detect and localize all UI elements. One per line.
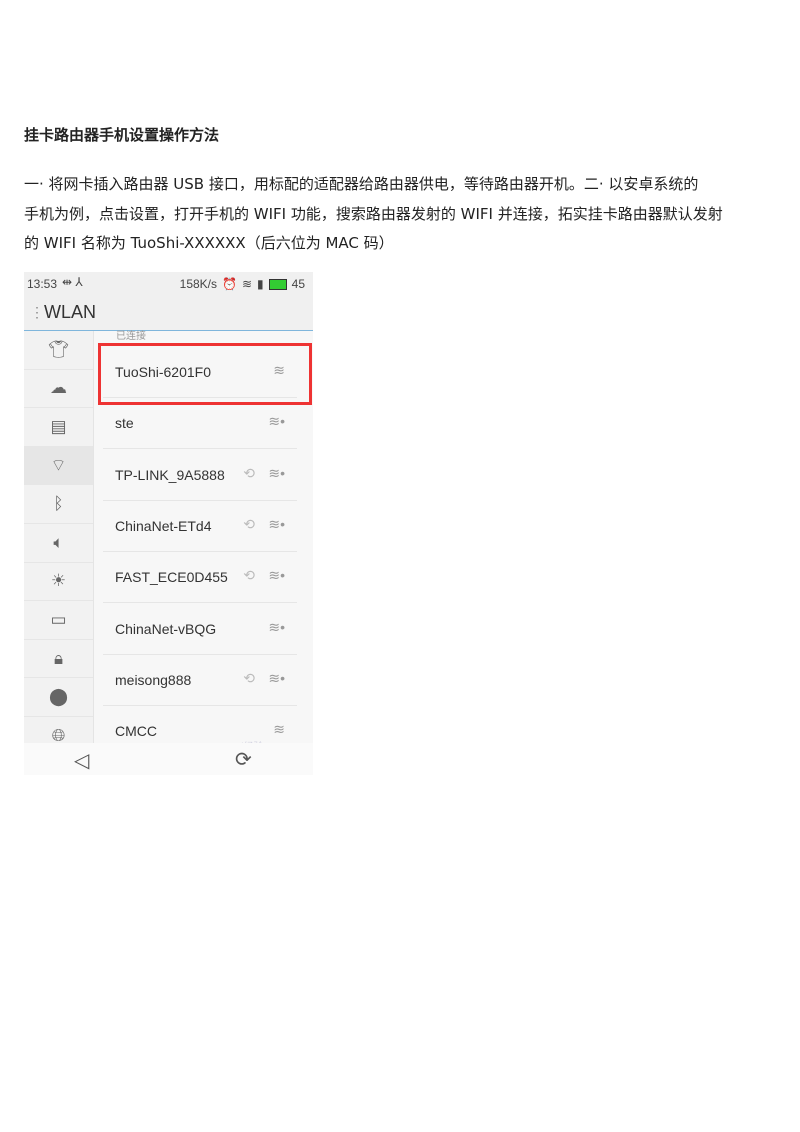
document-paragraph: 一· 将网卡插入路由器 USB 接口，用标配的适配器给路由器供电，等待路由器开机… — [24, 170, 780, 259]
wifi-icon[interactable]: ⌔ — [24, 446, 93, 486]
signal-icon: ▮ — [257, 277, 264, 291]
alarm-icon: ⏰ — [222, 277, 237, 291]
document-page: 挂卡路由器手机设置操作方法 一· 将网卡插入路由器 USB 接口，用标配的适配器… — [0, 0, 800, 1132]
menu-icon[interactable]: ⋮ — [30, 304, 44, 321]
wifi-signal-icon: ≋ — [273, 721, 285, 738]
sync-icon: ⟲ — [243, 669, 255, 686]
paragraph-line: 的 WIFI 名称为 TuoShi-XXXXXX（后六位为 MAC 码） — [24, 234, 394, 252]
bluetooth-icon[interactable]: ᛒ — [24, 485, 93, 524]
sync-icon: ⟲ — [243, 567, 255, 584]
network-name: ChinaNet-vBQG — [115, 620, 217, 637]
sync-icon: ⟲ — [243, 515, 255, 532]
network-name: TP-LINK_9A5888 — [115, 466, 225, 483]
settings-sidebar: 👕︎ ☁ ▤ ⌔ ᛒ 🔈︎ ☀ ▭ 🔒︎ ⬤ 🌐︎ — [24, 331, 94, 756]
wifi-locked-icon: ≋• — [268, 464, 285, 481]
highlight-box — [98, 343, 312, 405]
battery-icon — [268, 278, 287, 290]
wifi-status-icon: ≋ — [241, 277, 253, 291]
paragraph-line: 手机为例，点击设置，打开手机的 WIFI 功能，搜索路由器发射的 WIFI 并连… — [24, 204, 723, 223]
status-bar: 13:53 ⇹ ⅄ 158K/s ⏰ ≋ ▮ 45 — [24, 272, 313, 295]
app-header: ⋮ WLAN — [24, 295, 313, 331]
paragraph-line: 一· 将网卡插入路由器 USB 接口，用标配的适配器给路由器供电，等待路由器开机… — [24, 175, 699, 193]
location-icon[interactable]: ⬤ — [24, 678, 93, 717]
network-name: meisong888 — [115, 671, 192, 688]
wifi-locked-icon: ≋• — [268, 567, 285, 584]
rotate-icon[interactable]: ⟳ — [235, 747, 252, 772]
wifi-locked-icon: ≋• — [268, 515, 285, 532]
volume-icon[interactable]: 🔈︎ — [24, 524, 93, 563]
wifi-network-row[interactable]: ste ≋• — [103, 398, 297, 450]
back-icon[interactable]: ◁ — [74, 748, 89, 773]
brightness-icon[interactable]: ☀ — [24, 563, 93, 602]
network-name: ste — [115, 415, 134, 432]
wifi-locked-icon: ≋• — [268, 618, 285, 635]
wifi-locked-icon: ≋• — [268, 413, 285, 430]
wifi-network-row[interactable]: FAST_ECE0D455 ⟲ ≋• — [103, 552, 297, 604]
network-name: FAST_ECE0D455 — [115, 569, 228, 586]
usb-icon: ⇹ ⅄ — [62, 275, 83, 289]
network-speed: 158K/s — [179, 277, 218, 291]
wifi-locked-icon: ≋• — [268, 669, 285, 686]
sync-icon: ⟲ — [243, 464, 255, 481]
document-title: 挂卡路由器手机设置操作方法 — [24, 126, 220, 144]
lock-icon[interactable]: 🔒︎ — [24, 640, 93, 679]
cloud-icon[interactable]: ☁ — [24, 370, 93, 409]
network-name: CMCC — [115, 723, 157, 740]
phone-screenshot: 13:53 ⇹ ⅄ 158K/s ⏰ ≋ ▮ 45 ⋮ WLAN 👕︎ ☁ ▤ … — [24, 272, 313, 775]
wifi-network-row[interactable]: meisong888 ⟲ ≋• — [103, 655, 297, 706]
section-label: 已连接 — [116, 331, 146, 342]
status-time: 13:53 — [27, 277, 58, 291]
network-name: ChinaNet-ETd4 — [115, 517, 212, 534]
wifi-network-row[interactable]: ChinaNet-vBQG ≋• — [103, 604, 297, 655]
battery-level: 45 — [291, 277, 305, 291]
shirt-icon[interactable]: 👕︎ — [24, 331, 93, 370]
battery-icon[interactable]: ▭ — [24, 601, 93, 640]
sim-icon[interactable]: ▤ — [24, 408, 93, 447]
wifi-network-row[interactable]: TP-LINK_9A5888 ⟲ ≋• — [103, 450, 297, 501]
wifi-network-row[interactable]: ChinaNet-ETd4 ⟲ ≋• — [103, 501, 297, 552]
nav-bar: ◁ ⟳ — [24, 743, 313, 775]
page-title: WLAN — [44, 302, 97, 322]
